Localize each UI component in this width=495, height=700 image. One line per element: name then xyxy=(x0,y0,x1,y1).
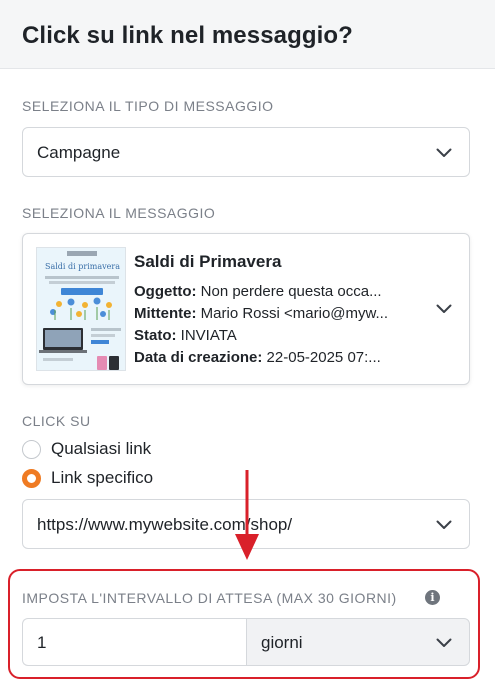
message-label: SELEZIONA IL MESSAGGIO xyxy=(22,205,216,221)
message-sender: Mittente: Mario Rossi <mario@myw... xyxy=(134,305,389,322)
message-type-value: Campagne xyxy=(37,143,121,162)
wait-interval-unit-value: giorni xyxy=(261,633,303,652)
thumbnail-heading: Saldi di primavera xyxy=(45,262,120,271)
click-on-label: CLICK SU xyxy=(22,413,91,429)
wait-interval-unit-select[interactable]: giorni xyxy=(246,618,470,666)
message-status: Stato: INVIATA xyxy=(134,327,237,344)
radio-specific-link-control[interactable] xyxy=(22,469,41,488)
radio-specific-link-label: Link specifico xyxy=(51,468,154,487)
wait-interval-label: IMPOSTA L'INTERVALLO DI ATTESA (MAX 30 G… xyxy=(22,590,397,606)
chevron-down-icon xyxy=(436,148,452,158)
radio-specific-link[interactable]: Link specifico xyxy=(22,468,222,490)
chevron-down-icon xyxy=(436,638,452,648)
info-icon[interactable]: i xyxy=(425,590,440,605)
wait-interval-input[interactable]: 1 xyxy=(22,618,246,666)
message-type-label: SELEZIONA IL TIPO DI MESSAGGIO xyxy=(22,98,274,114)
message-title: Saldi di Primavera xyxy=(134,252,282,271)
radio-any-link-control[interactable] xyxy=(22,440,41,459)
message-select[interactable]: Saldi di primavera Saldi di Primavera Og… xyxy=(22,233,470,385)
radio-any-link-label: Qualsiasi link xyxy=(51,439,152,458)
page-title: Click su link nel messaggio? xyxy=(22,22,353,49)
chevron-down-icon xyxy=(436,520,452,530)
message-subject: Oggetto: Non perdere questa occa... xyxy=(134,283,382,300)
panel-header: Click su link nel messaggio? xyxy=(0,0,495,69)
message-created-date: Data di creazione: 22-05-2025 07:... xyxy=(134,349,381,366)
message-thumbnail: Saldi di primavera xyxy=(36,247,126,371)
radio-any-link[interactable]: Qualsiasi link xyxy=(22,439,222,461)
wait-interval-value: 1 xyxy=(37,633,47,652)
chevron-down-icon xyxy=(436,304,452,314)
annotation-arrow xyxy=(232,470,262,562)
message-type-select[interactable]: Campagne xyxy=(22,127,470,177)
